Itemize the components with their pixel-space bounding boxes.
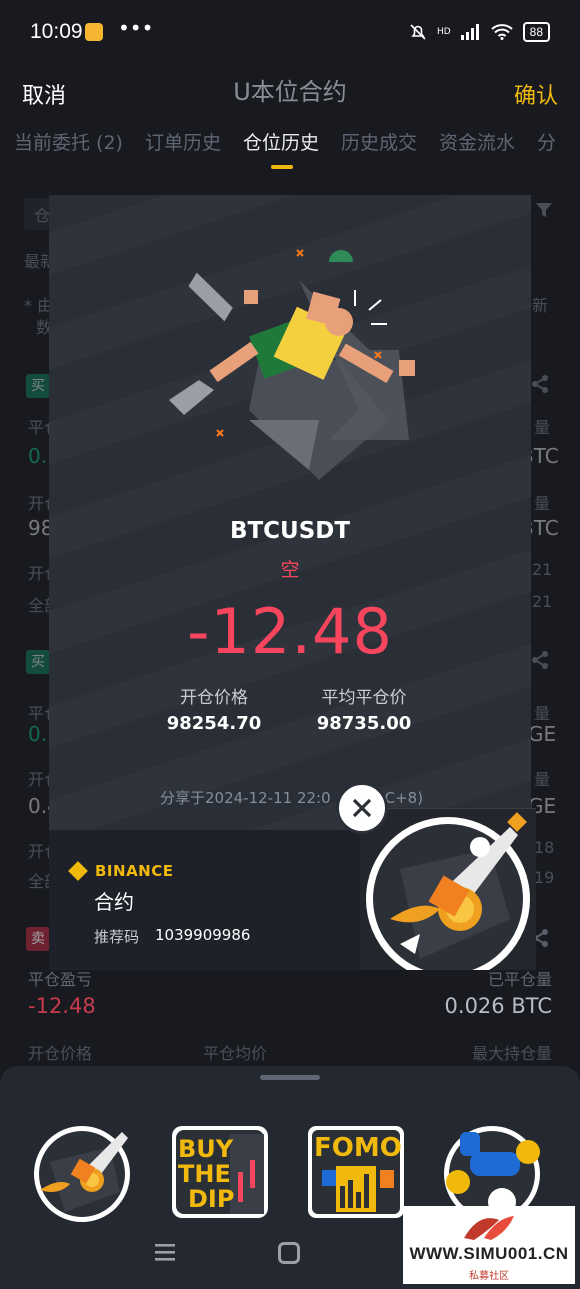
binance-diamond-icon: [68, 861, 88, 881]
watermark: WWW.SIMU001.CN 私募社区: [403, 1206, 575, 1284]
card-close-price: 98735.00: [316, 713, 412, 734]
falling-trader-illustration: [169, 249, 415, 480]
watermark-sub: 私募社区: [469, 1271, 509, 1282]
buy-the-dip-sticker[interactable]: BUY THE DIP: [168, 1122, 272, 1222]
watermark-text: WWW.SIMU001.CN: [409, 1244, 569, 1263]
sticker-buy-text: BUY: [178, 1135, 234, 1163]
card-share-time-tail: C+8): [384, 789, 424, 807]
card-symbol: BTCUSDT: [229, 518, 351, 544]
card-open-price: 98254.70: [166, 713, 262, 734]
sheet-drag-handle[interactable]: [260, 1075, 320, 1080]
menu-icon[interactable]: [153, 1240, 177, 1264]
close-sticker-button[interactable]: [336, 782, 388, 834]
binance-logo: BINANCE: [68, 861, 174, 881]
card-share-time-head: 分享于2024-12-11 22:0: [160, 789, 331, 807]
sticker-the-text: THE: [178, 1160, 231, 1188]
referral-code: 1039909986: [155, 926, 251, 944]
referral-label: 推荐码: [94, 928, 140, 946]
last-row-close-avg-label: 平仓均价: [203, 1044, 268, 1063]
home-button[interactable]: [278, 1242, 300, 1264]
rocket-coin-sticker[interactable]: [30, 1122, 134, 1222]
card-pnl: -12.48: [187, 595, 393, 668]
fomo-sticker[interactable]: FOMO: [304, 1122, 408, 1222]
watermark-logo-icon: [464, 1216, 514, 1240]
last-row-pnl-value: -12.48: [28, 994, 96, 1018]
close-icon: [352, 798, 372, 818]
card-close-price-label: 平均平仓价: [321, 688, 407, 708]
brand-product: 合约: [94, 890, 134, 914]
rocket-coin-sticker-icon: [366, 812, 530, 970]
side-tag-sell: 卖: [26, 927, 50, 951]
selected-sticker[interactable]: [360, 808, 536, 970]
sticker-dip-text: DIP: [188, 1185, 234, 1213]
card-side: 空: [280, 559, 300, 581]
last-row-closed-value: 0.026 BTC: [444, 994, 552, 1018]
brand-name: BINANCE: [95, 862, 174, 880]
last-row-max-pos-label: 最大持仓量: [471, 1044, 552, 1063]
last-row-open-price-label: 开仓价格: [28, 1044, 93, 1063]
sticker-fomo-text: FOMO: [314, 1133, 402, 1163]
card-open-price-label: 开仓价格: [180, 688, 248, 708]
